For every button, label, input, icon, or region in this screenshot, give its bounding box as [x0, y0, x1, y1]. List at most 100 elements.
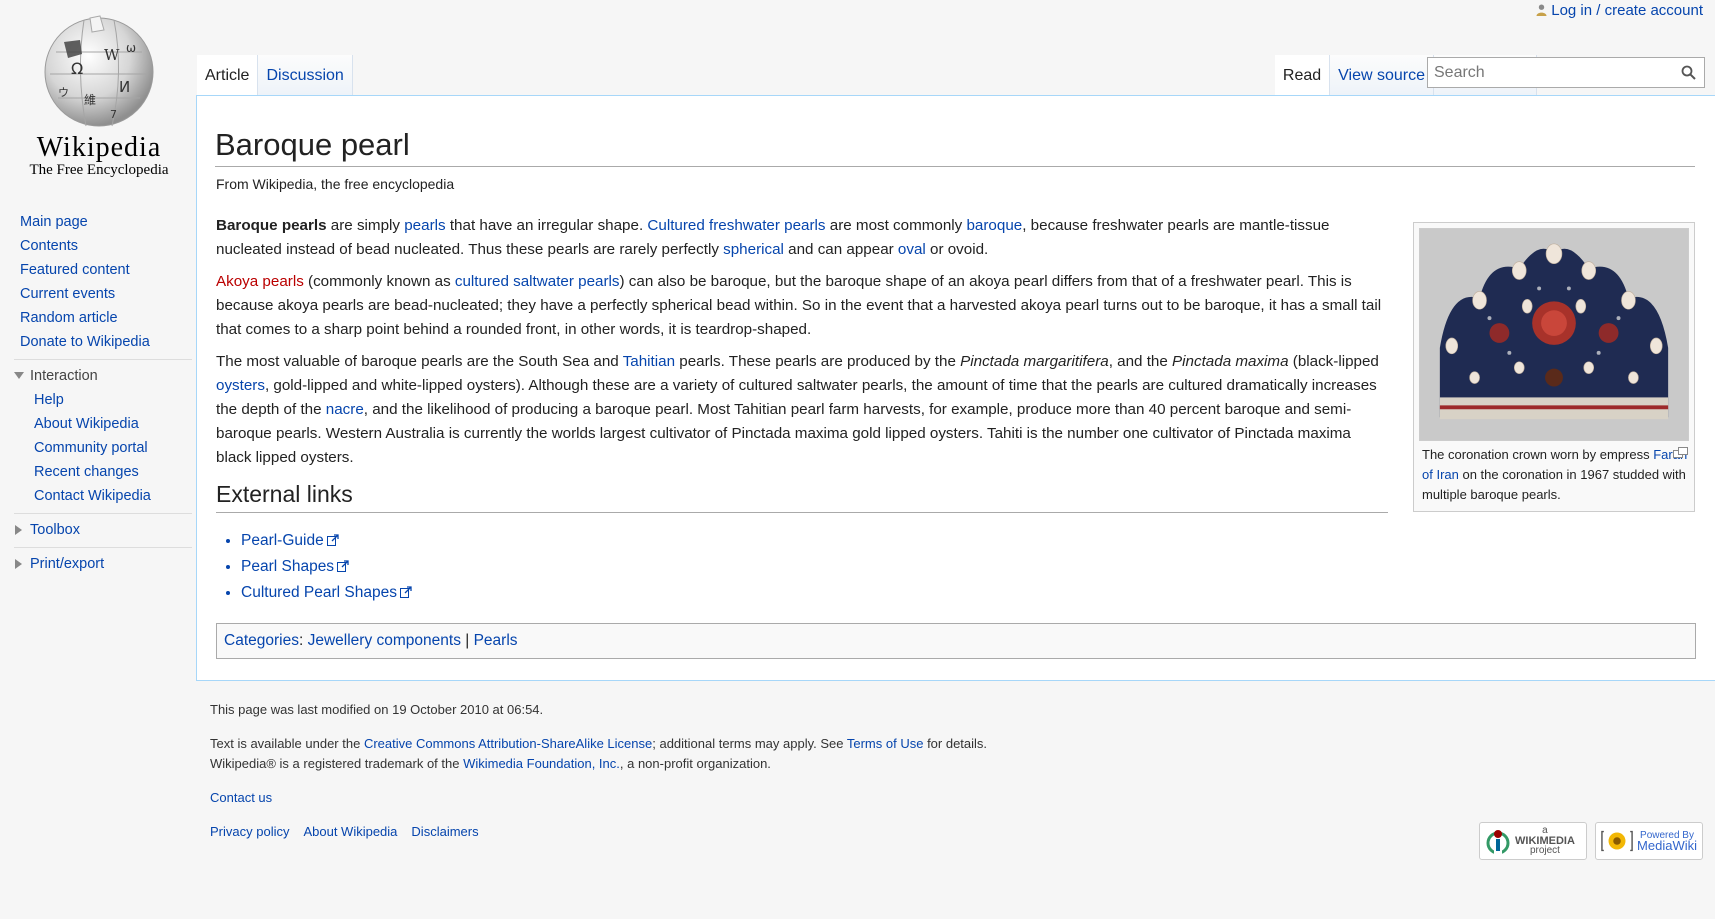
link-tahitian[interactable]: Tahitian [623, 353, 675, 370]
toolbox-heading[interactable]: Toolbox [12, 518, 192, 542]
namespace-tabs: Article Discussion [197, 55, 353, 95]
paragraph-2: Akoya pearls (commonly known as cultured… [216, 270, 1388, 342]
last-modified: This page was last modified on 19 Octobe… [210, 702, 544, 717]
site-subtitle: From Wikipedia, the free encyclopedia [216, 176, 455, 192]
paragraph-1: Baroque pearls are simply pearls that ha… [216, 214, 1388, 262]
wikipedia-logo[interactable]: Ω W И 維 ω ウ 7 Wikipedia The Free Encyclo… [14, 12, 184, 187]
tab-read[interactable]: Read [1274, 55, 1331, 95]
link-wikimedia-foundation[interactable]: Wikimedia Foundation, Inc. [463, 756, 620, 771]
link-oysters[interactable]: oysters [216, 377, 265, 394]
triangle-right-icon [12, 559, 26, 569]
sidebar: Main page Contents Featured content Curr… [0, 210, 192, 576]
bold-term: Baroque pearls [216, 217, 327, 234]
svg-text:ω: ω [126, 41, 136, 55]
external-link-icon [399, 586, 412, 598]
link-cultured-freshwater-pearls[interactable]: Cultured freshwater pearls [647, 217, 825, 234]
link-pearls[interactable]: pearls [404, 217, 445, 234]
svg-text:W: W [104, 46, 120, 64]
external-link-pearl-guide[interactable]: Pearl-Guide [241, 532, 324, 549]
italic-term: Pinctada maxima [1172, 353, 1289, 370]
logo-tagline: The Free Encyclopedia [29, 162, 169, 178]
link-privacy-policy[interactable]: Privacy policy [210, 824, 289, 839]
enlarge-icon[interactable] [1673, 447, 1688, 458]
external-link-cultured-pearl-shapes[interactable]: Cultured Pearl Shapes [241, 584, 397, 601]
text: Text is available under the [210, 736, 364, 751]
search-icon[interactable] [1681, 65, 1696, 80]
text: ; additional terms may apply. See [652, 736, 847, 751]
link-contact-us[interactable]: Contact us [210, 790, 272, 805]
mediawiki-badge-name: MediaWiki [1637, 838, 1697, 853]
text: are simply [326, 217, 405, 234]
link-cc-by-sa[interactable]: Creative Commons Attribution-ShareAlike … [364, 736, 652, 751]
external-link-icon [326, 534, 339, 546]
text: and can appear [783, 241, 898, 258]
sidebar-item-featured-content[interactable]: Featured content [0, 258, 192, 282]
interaction-portal: Interaction Help About Wikipedia Communi… [14, 359, 192, 508]
external-link-pearl-shapes[interactable]: Pearl Shapes [241, 558, 334, 575]
text: (commonly known as [303, 273, 455, 290]
thumbnail-caption: The coronation crown worn by empress Far… [1422, 445, 1690, 505]
sidebar-item-contact-wikipedia[interactable]: Contact Wikipedia [14, 484, 192, 508]
paragraph-3: The most valuable of baroque pearls are … [216, 350, 1388, 470]
login-link-label: Log in / create account [1551, 2, 1703, 19]
interaction-heading-label: Interaction [30, 368, 98, 384]
link-baroque[interactable]: baroque [966, 217, 1022, 234]
tab-article[interactable]: Article [197, 55, 259, 95]
sidebar-item-community-portal[interactable]: Community portal [14, 436, 192, 460]
svg-text:7: 7 [110, 108, 117, 121]
print-export-heading[interactable]: Print/export [12, 552, 192, 576]
print-export-heading-label: Print/export [30, 556, 105, 572]
link-oval[interactable]: oval [898, 241, 926, 258]
redlink-akoya-pearls[interactable]: Akoya pearls [216, 273, 304, 290]
wikimedia-project-badge[interactable]: a WIKIMEDIA project [1479, 822, 1587, 860]
trademark-text: Wikipedia® is a registered trademark of … [210, 754, 1210, 774]
svg-text:維: 維 [84, 93, 96, 107]
link-cultured-saltwater-pearls[interactable]: cultured saltwater pearls [455, 273, 620, 290]
sidebar-item-help[interactable]: Help [14, 388, 192, 412]
sidebar-item-recent-changes[interactable]: Recent changes [14, 460, 192, 484]
mediawiki-sunflower-icon [1601, 830, 1633, 852]
link-about-wikipedia[interactable]: About Wikipedia [303, 824, 397, 839]
powered-by-mediawiki-badge[interactable]: Powered By MediaWiki [1595, 822, 1703, 860]
toolbox-heading-label: Toolbox [30, 522, 80, 538]
sidebar-item-main-page[interactable]: Main page [0, 210, 192, 234]
footer-places: Privacy policy About Wikipedia Disclaimers [210, 822, 1210, 842]
link-disclaimers[interactable]: Disclaimers [411, 824, 478, 839]
link-terms-of-use[interactable]: Terms of Use [847, 736, 924, 751]
crown-image[interactable] [1419, 228, 1689, 441]
interaction-heading[interactable]: Interaction [12, 364, 192, 388]
footer-icons: a WIKIMEDIA project Powered By MediaWiki [1479, 822, 1703, 860]
license-text: Text is available under the Creative Com… [210, 734, 1210, 754]
external-links-list: Pearl-Guide Pearl Shapes Cultured Pearl … [216, 528, 412, 606]
text: , a non-profit organization. [619, 756, 771, 771]
link-nacre[interactable]: nacre [326, 401, 364, 418]
categories-link[interactable]: Categories [224, 632, 299, 649]
footer: This page was last modified on 19 Octobe… [210, 690, 1210, 842]
list-item: Pearl Shapes [241, 554, 412, 580]
link-spherical[interactable]: spherical [723, 241, 784, 258]
svg-text:Ω: Ω [71, 59, 83, 78]
list-item: Cultured Pearl Shapes [241, 580, 412, 606]
toolbox-portal: Toolbox [14, 513, 192, 542]
search-input[interactable] [1428, 58, 1680, 87]
sidebar-item-about-wikipedia[interactable]: About Wikipedia [14, 412, 192, 436]
login-link[interactable]: Log in / create account [1536, 2, 1703, 19]
svg-text:ウ: ウ [58, 86, 69, 99]
text: Wikipedia® is a registered trademark of … [210, 756, 464, 771]
print-export-portal: Print/export [14, 547, 192, 576]
article-content: Baroque pearl From Wikipedia, the free e… [196, 95, 1715, 681]
search-box [1427, 57, 1705, 88]
sidebar-item-random-article[interactable]: Random article [0, 306, 192, 330]
puzzle-globe-icon: Ω W И 維 ω ウ 7 [44, 15, 154, 127]
sidebar-item-current-events[interactable]: Current events [0, 282, 192, 306]
sidebar-item-donate[interactable]: Donate to Wikipedia [0, 330, 192, 354]
triangle-right-icon [12, 525, 26, 535]
sidebar-item-contents[interactable]: Contents [0, 234, 192, 258]
tab-view-source[interactable]: View source [1330, 55, 1435, 95]
text: The most valuable of baroque pearls are … [216, 353, 623, 370]
category-pearls[interactable]: Pearls [474, 632, 518, 649]
category-jewellery-components[interactable]: Jewellery components [308, 632, 461, 649]
category-divider: | [460, 632, 474, 649]
tab-discussion[interactable]: Discussion [258, 55, 353, 95]
text: for details. [923, 736, 988, 751]
